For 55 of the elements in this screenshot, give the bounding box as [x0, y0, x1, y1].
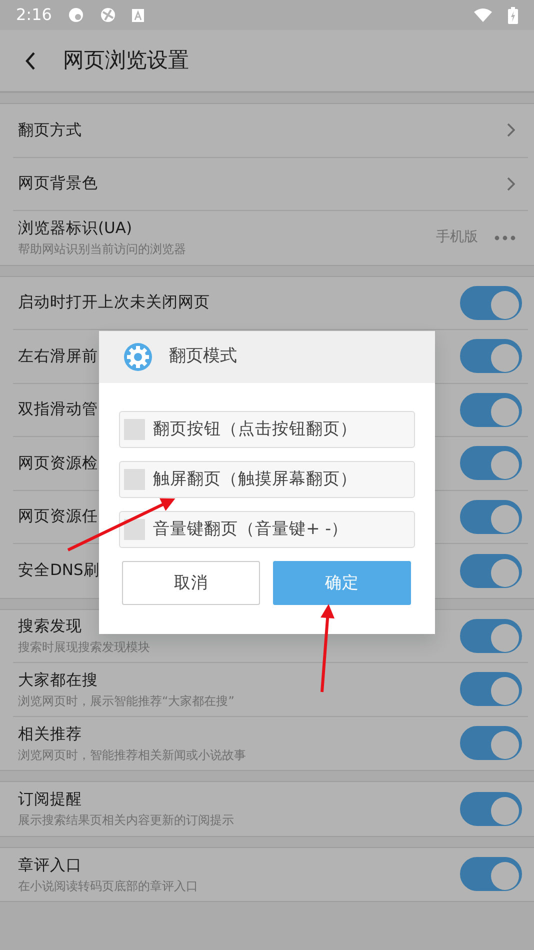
option-label: 音量键翻页（音量键+ -） [153, 518, 348, 540]
setting-description: 在小说阅读转码页底部的章评入口 [18, 878, 198, 895]
toggle-switch[interactable] [460, 857, 522, 892]
battery-icon [508, 6, 518, 24]
notification-icon [100, 7, 116, 23]
cancel-button[interactable]: 取消 [122, 561, 260, 605]
setting-label: 章评入口 [18, 854, 82, 876]
setting-label: 订阅提醒 [18, 789, 82, 810]
setting-value: 手机版 [436, 228, 478, 248]
setting-label: 网页背景色 [18, 173, 98, 194]
checkbox[interactable] [124, 419, 145, 440]
checkbox[interactable] [124, 469, 145, 490]
notification-icon [132, 8, 144, 22]
toggle-switch[interactable] [460, 392, 522, 427]
option-row[interactable]: 触屏翻页（触摸屏幕翻页） [119, 461, 415, 498]
setting-label: 安全DNS刷 [18, 560, 100, 582]
setting-label: 双指滑动管 [18, 399, 98, 420]
setting-description: 浏览网页时，智能推荐相关新闻或小说故事 [18, 746, 246, 764]
more-icon[interactable] [494, 234, 516, 241]
chevron-right-icon[interactable] [507, 176, 515, 191]
back-icon[interactable] [24, 50, 36, 70]
option-row[interactable]: 音量键翻页（音量键+ -） [119, 511, 415, 548]
toggle-switch[interactable] [460, 618, 522, 653]
setting-label: 左右滑屏前 [18, 346, 98, 367]
wifi-icon [474, 8, 492, 22]
setting-label: 启动时打开上次未关闭网页 [18, 292, 210, 314]
toggle-switch[interactable] [460, 500, 522, 534]
chevron-right-icon[interactable] [507, 123, 515, 138]
option-label: 翻页按钮（点击按钮翻页） [153, 418, 357, 440]
toggle-switch[interactable] [460, 446, 522, 480]
setting-label: 浏览器标识(UA) [18, 218, 132, 240]
setting-description: 帮助网站识别当前访问的浏览器 [18, 241, 186, 258]
option-row[interactable]: 翻页按钮（点击按钮翻页） [119, 411, 415, 448]
page-title: 网页浏览设置 [63, 46, 189, 74]
setting-label: 搜索发现 [18, 616, 82, 638]
gear-icon [123, 342, 153, 372]
toggle-switch[interactable] [460, 672, 522, 706]
toggle-switch[interactable] [460, 792, 522, 826]
notification-icon [68, 7, 84, 23]
setting-label: 网页资源检 [18, 452, 98, 474]
setting-label: 网页资源任 [18, 506, 98, 528]
toggle-switch[interactable] [460, 339, 522, 374]
setting-description: 浏览网页时，展示智能推荐“大家都在搜” [18, 692, 234, 710]
setting-description: 展示搜索结果页相关内容更新的订阅提示 [18, 812, 234, 830]
toggle-switch[interactable] [460, 726, 522, 760]
setting-label: 相关推荐 [18, 724, 82, 745]
toggle-switch[interactable] [460, 554, 522, 588]
setting-description: 搜索时展现搜索发现模块 [18, 639, 150, 656]
option-label: 触屏翻页（触摸屏幕翻页） [153, 468, 357, 490]
setting-label: 翻页方式 [18, 120, 82, 141]
dialog-title: 翻页模式 [169, 345, 237, 368]
status-time: 2:16 [16, 4, 52, 26]
checkbox[interactable] [124, 519, 145, 540]
toggle-switch[interactable] [460, 286, 522, 320]
setting-label: 大家都在搜 [18, 670, 98, 691]
